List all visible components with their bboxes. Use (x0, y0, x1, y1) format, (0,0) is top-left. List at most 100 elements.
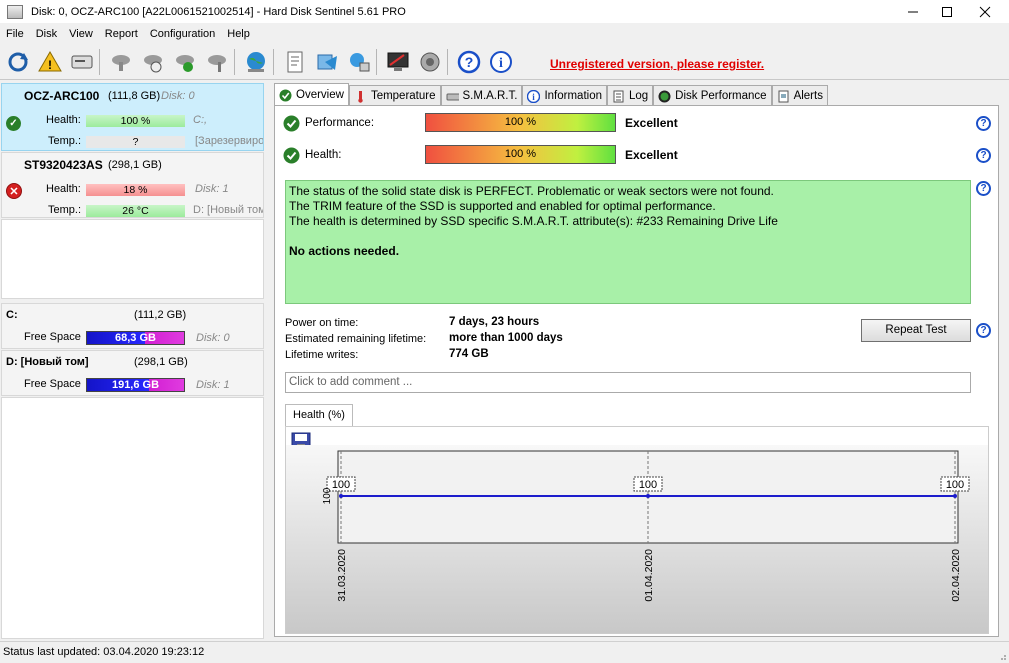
status-ok-icon: ✓ (6, 116, 21, 131)
health-bar: 100 % (86, 115, 185, 127)
volume-entry-d[interactable]: D: [Новый том] (298,1 GB) Free Space 191… (1, 350, 264, 396)
warning-icon: ! (38, 50, 62, 72)
volume-letter: C:, (193, 114, 208, 126)
register-link[interactable]: Unregistered version, please register. (550, 57, 764, 71)
data-label: 100 (332, 479, 350, 491)
disk-name: ST9320423AS (24, 158, 103, 172)
web-button[interactable] (242, 48, 270, 76)
disk-entry-0[interactable]: OCZ-ARC100 (111,8 GB) Disk: 0 ✓ Health: … (1, 83, 264, 151)
disk-tool-icon (208, 54, 226, 72)
network-button[interactable] (345, 48, 373, 76)
volume-entry-c[interactable]: C: (111,2 GB) Free Space 68,3 GB Disk: 0 (1, 303, 264, 349)
globe-icon (247, 51, 265, 72)
disk-clock-icon (144, 54, 162, 72)
tab-bar: Overview Temperature S.M.A.R.T. i Inform… (274, 83, 828, 106)
tab-smart[interactable]: S.M.A.R.T. (440, 85, 523, 106)
toolbar-separator (273, 48, 274, 75)
tab-label: Disk Performance (675, 90, 767, 102)
volume-name: C: (6, 309, 18, 321)
disk-size: (111,8 GB) (108, 90, 161, 102)
tab-overview[interactable]: Overview (274, 83, 349, 106)
schedule-button[interactable] (139, 48, 167, 76)
status-line: The TRIM feature of the SSD is supported… (289, 199, 716, 213)
health-bar: 18 % (86, 184, 185, 196)
performance-bar: 100 % (425, 113, 616, 132)
sound-button[interactable] (416, 48, 444, 76)
report-button[interactable] (281, 48, 309, 76)
menu-help[interactable]: Help (227, 28, 250, 40)
y-tick-label: 100 (322, 487, 333, 504)
tab-label: Alerts (793, 90, 823, 102)
disk-label: Disk: 0 (196, 332, 230, 344)
menu-report[interactable]: Report (105, 28, 138, 40)
network-icon (350, 52, 370, 71)
status-error-icon: ✕ (6, 183, 22, 199)
tab-information[interactable]: i Information (522, 85, 607, 106)
refresh-button[interactable] (4, 48, 32, 76)
performance-help-icon[interactable]: ? (976, 116, 991, 131)
status-line: The status of the solid state disk is PE… (289, 184, 774, 198)
alert-button[interactable]: ! (36, 48, 64, 76)
speedometer-icon (658, 90, 671, 102)
tab-label: Information (544, 90, 602, 102)
toolbar: ! ? i (0, 44, 1009, 80)
disk-button[interactable] (68, 48, 96, 76)
minimize-button[interactable] (896, 0, 930, 23)
tab-label: Log (628, 90, 649, 102)
volume-list-empty-area (1, 397, 264, 639)
overview-panel: Performance: 100 % Excellent ? Health: 1… (274, 105, 999, 637)
resize-grip-icon[interactable] (997, 651, 1007, 661)
thermometer-icon (358, 90, 363, 103)
disk-size: (298,1 GB) (108, 159, 162, 171)
x-tick-label: 31.03.2020 (336, 549, 348, 602)
repeat-test-button[interactable]: Repeat Test (861, 319, 971, 342)
writes-label: Lifetime writes: (285, 349, 359, 361)
status-help-icon[interactable]: ? (976, 181, 991, 196)
help-button[interactable]: ? (455, 48, 483, 76)
toolbar-separator (376, 48, 377, 75)
send-icon (317, 54, 337, 70)
status-action: No actions needed. (289, 244, 400, 258)
power-on-value: 7 days, 23 hours (449, 316, 540, 328)
menu-configuration[interactable]: Configuration (150, 28, 215, 40)
speaker-icon (420, 52, 440, 71)
status-line: The health is determined by SSD specific… (289, 214, 778, 228)
disk-entry-1[interactable]: ST9320423AS (298,1 GB) ✕ Health: 18 % Di… (1, 152, 264, 218)
svg-text:?: ? (465, 54, 474, 70)
menu-disk[interactable]: Disk (36, 28, 57, 40)
health-rating: Excellent (625, 148, 678, 162)
volume-name: D: [Новый том] (6, 356, 89, 368)
data-label: 100 (946, 479, 964, 491)
repair-button[interactable] (203, 48, 231, 76)
volume-size: (111,2 GB) (134, 309, 187, 321)
comment-input[interactable]: Click to add comment ... (285, 372, 971, 393)
performance-ok-icon (283, 115, 300, 132)
tab-log[interactable]: Log (606, 85, 654, 106)
monitor-button[interactable] (384, 48, 412, 76)
info-icon: i (490, 50, 512, 73)
send-report-button[interactable] (313, 48, 341, 76)
repeat-test-help-icon[interactable]: ? (976, 323, 991, 338)
about-button[interactable]: i (487, 48, 515, 76)
disk-label: Disk: 1 (196, 379, 230, 391)
chart-tab-health[interactable]: Health (%) (285, 404, 353, 426)
verify-button[interactable] (171, 48, 199, 76)
maximize-button[interactable] (930, 0, 964, 23)
temp-label: Temp.: (48, 204, 82, 216)
disk-test-icon (112, 54, 130, 71)
close-button[interactable] (968, 0, 1002, 23)
test-button[interactable] (107, 48, 135, 76)
title-bar: Disk: 0, OCZ-ARC100 [A22L0061521002514] … (0, 0, 1009, 23)
health-help-icon[interactable]: ? (976, 148, 991, 163)
performance-label: Performance: (305, 117, 375, 129)
tab-temperature[interactable]: Temperature (348, 85, 441, 106)
volume-letter: D: [Новый том (193, 204, 263, 216)
menu-view[interactable]: View (69, 28, 93, 40)
log-icon (613, 90, 624, 102)
writes-value: 774 GB (449, 348, 489, 360)
health-bar: 100 % (425, 145, 616, 164)
harddisk-icon (71, 55, 93, 68)
tab-disk-performance[interactable]: Disk Performance (653, 85, 772, 106)
tab-alerts[interactable]: Alerts (771, 85, 828, 106)
menu-file[interactable]: File (6, 28, 24, 40)
